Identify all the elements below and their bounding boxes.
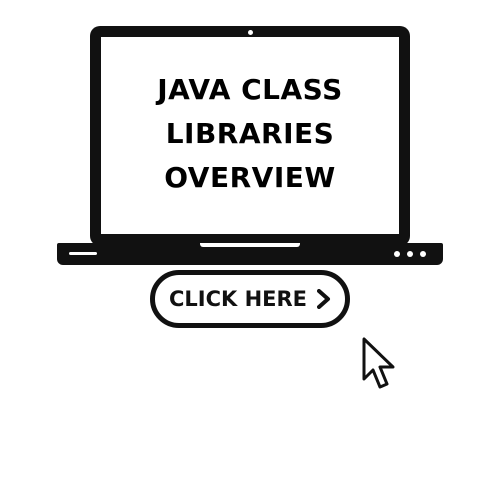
chevron-right-icon [317,289,331,309]
laptop-screen-frame: JAVA CLASS LIBRARIES OVERVIEW [90,26,410,246]
click-here-button[interactable]: CLICK HERE [150,270,350,328]
laptop-display: JAVA CLASS LIBRARIES OVERVIEW [101,37,399,234]
indicator-light-icon [394,251,400,257]
mouse-pointer-icon [362,337,395,389]
screen-title-line-3: OVERVIEW [164,161,336,194]
webcam-icon [248,30,253,35]
scene: JAVA CLASS LIBRARIES OVERVIEW CLICK HERE [0,0,500,500]
indicator-light-icon [407,251,413,257]
laptop-base [57,243,443,265]
laptop-port-slot [69,252,97,255]
screen-title-line-2: LIBRARIES [165,117,335,150]
click-here-label: CLICK HERE [168,287,308,311]
laptop-hinge-notch [200,243,300,247]
indicator-light-icon [420,251,426,257]
screen-title-line-1: JAVA CLASS [157,73,343,106]
